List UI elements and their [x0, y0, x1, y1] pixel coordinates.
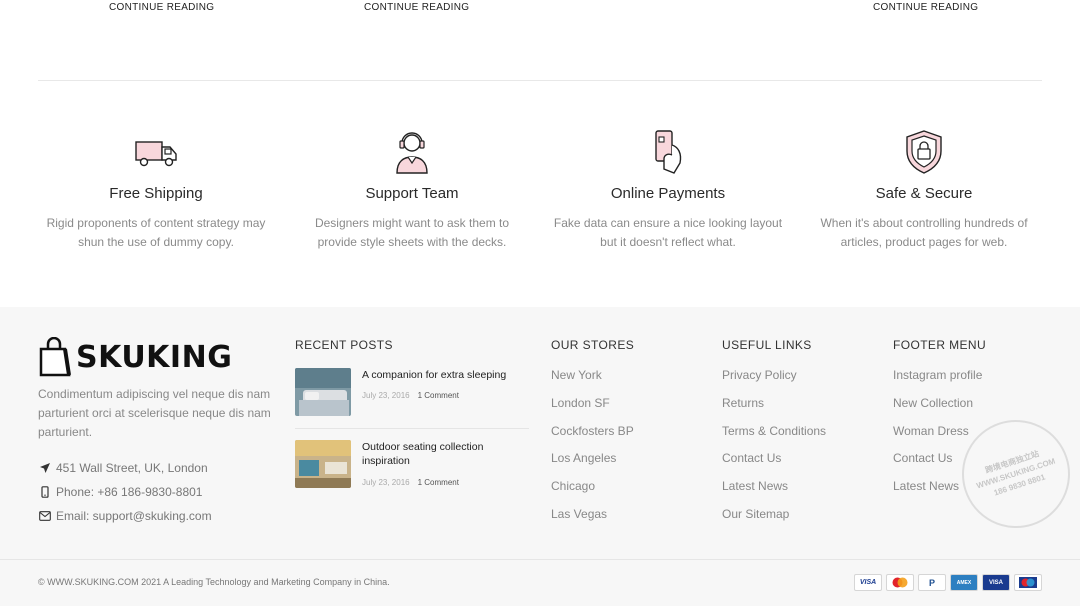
features-section: Free Shipping Rigid proponents of conten… [28, 120, 1052, 260]
useful-link[interactable]: Privacy Policy [722, 367, 826, 395]
visa-icon: VISA [854, 574, 882, 591]
useful-links-heading: USEFUL LINKS [722, 338, 812, 352]
recent-post[interactable]: A companion for extra sleeping July 23, … [295, 368, 529, 418]
post-meta: July 23, 2016 1 Comment [362, 478, 459, 487]
section-divider [38, 80, 1042, 81]
email-text[interactable]: Email: support@skuking.com [56, 509, 212, 523]
address: 451 Wall Street, UK, London [38, 461, 208, 475]
feature-description: Rigid proponents of content strategy may… [46, 216, 266, 249]
envelope-icon [38, 509, 52, 523]
card-payment-icon [540, 120, 796, 184]
post-date: July 23, 2016 [362, 478, 410, 487]
post-date: July 23, 2016 [362, 391, 410, 400]
useful-link[interactable]: Our Sitemap [722, 506, 826, 534]
store-link[interactable]: Chicago [551, 478, 634, 506]
stores-list: New York London SF Cockfosters BP Los An… [551, 367, 634, 534]
post-separator [295, 428, 529, 429]
feature-title: Online Payments [610, 185, 726, 202]
footer-menu-link[interactable]: New Collection [893, 395, 982, 423]
mastercard-icon [886, 574, 914, 591]
email: Email: support@skuking.com [38, 509, 212, 523]
footer-divider [0, 559, 1080, 560]
continue-reading-link[interactable]: CONTINUE READING [109, 2, 214, 13]
useful-link[interactable]: Returns [722, 395, 826, 423]
address-text: 451 Wall Street, UK, London [56, 461, 208, 475]
useful-links-list: Privacy Policy Returns Terms & Condition… [722, 367, 826, 534]
payment-methods: VISA P AMEX VISA [854, 574, 1042, 591]
feature-free-shipping: Free Shipping Rigid proponents of conten… [28, 120, 284, 252]
useful-link[interactable]: Terms & Conditions [722, 423, 826, 451]
amex-icon: AMEX [950, 574, 978, 591]
recent-post[interactable]: Outdoor seating collection inspiration J… [295, 440, 529, 490]
footer-menu-heading: FOOTER MENU [893, 338, 987, 352]
stores-heading: OUR STORES [551, 338, 635, 352]
phone: Phone: +86 186-9830-8801 [38, 485, 202, 499]
recent-posts-heading: RECENT POSTS [295, 338, 393, 352]
continue-reading-link[interactable]: CONTINUE READING [364, 2, 469, 13]
feature-description: Designers might want to ask them to prov… [314, 216, 510, 249]
post-title[interactable]: Outdoor seating collection inspiration [362, 440, 527, 468]
phone-text: Phone: +86 186-9830-8801 [56, 485, 203, 499]
store-link[interactable]: Las Vegas [551, 506, 634, 534]
store-link[interactable]: Cockfosters BP [551, 423, 634, 451]
store-link[interactable]: New York [551, 367, 634, 395]
feature-safe-secure: Safe & Secure When it's about controllin… [796, 120, 1052, 252]
post-comments[interactable]: 1 Comment [418, 391, 459, 400]
truck-icon [28, 120, 284, 184]
brand-logo[interactable]: SKUKING [38, 337, 232, 377]
site-footer: SKUKING Condimentum adipiscing vel neque… [0, 307, 1080, 606]
useful-link[interactable]: Contact Us [722, 450, 826, 478]
post-comments[interactable]: 1 Comment [418, 478, 459, 487]
about-text: Condimentum adipiscing vel neque dis nam… [38, 387, 271, 439]
shield-lock-icon [796, 120, 1052, 184]
shopping-bag-icon [39, 337, 71, 377]
post-thumbnail[interactable] [295, 440, 351, 488]
store-link[interactable]: Los Angeles [551, 450, 634, 478]
feature-online-payments: Online Payments Fake data can ensure a n… [540, 120, 796, 252]
paypal-icon: P [918, 574, 946, 591]
feature-title: Support Team [365, 185, 459, 202]
maestro-icon [1014, 574, 1042, 591]
post-meta: July 23, 2016 1 Comment [362, 391, 459, 400]
feature-description: Fake data can ensure a nice looking layo… [553, 216, 783, 249]
feature-title: Free Shipping [109, 185, 203, 202]
logo-text: SKUKING [76, 339, 233, 375]
feature-description: When it's about controlling hundreds of … [820, 216, 1028, 249]
copyright-text: © WWW.SKUKING.COM 2021 A Leading Technol… [38, 577, 390, 587]
feature-support-team: Support Team Designers might want to ask… [284, 120, 540, 252]
feature-title: Safe & Secure [875, 185, 973, 202]
phone-icon [38, 485, 52, 499]
continue-reading-link[interactable]: CONTINUE READING [873, 2, 978, 13]
store-link[interactable]: London SF [551, 395, 634, 423]
support-agent-icon [284, 120, 540, 184]
continue-reading-row: CONTINUE READING CONTINUE READING CONTIN… [0, 0, 1080, 20]
post-thumbnail[interactable] [295, 368, 351, 416]
useful-link[interactable]: Latest News [722, 478, 826, 506]
post-title[interactable]: A companion for extra sleeping [362, 368, 527, 382]
visa-electron-icon: VISA [982, 574, 1010, 591]
footer-menu-link[interactable]: Instagram profile [893, 367, 982, 395]
location-arrow-icon [38, 461, 52, 475]
